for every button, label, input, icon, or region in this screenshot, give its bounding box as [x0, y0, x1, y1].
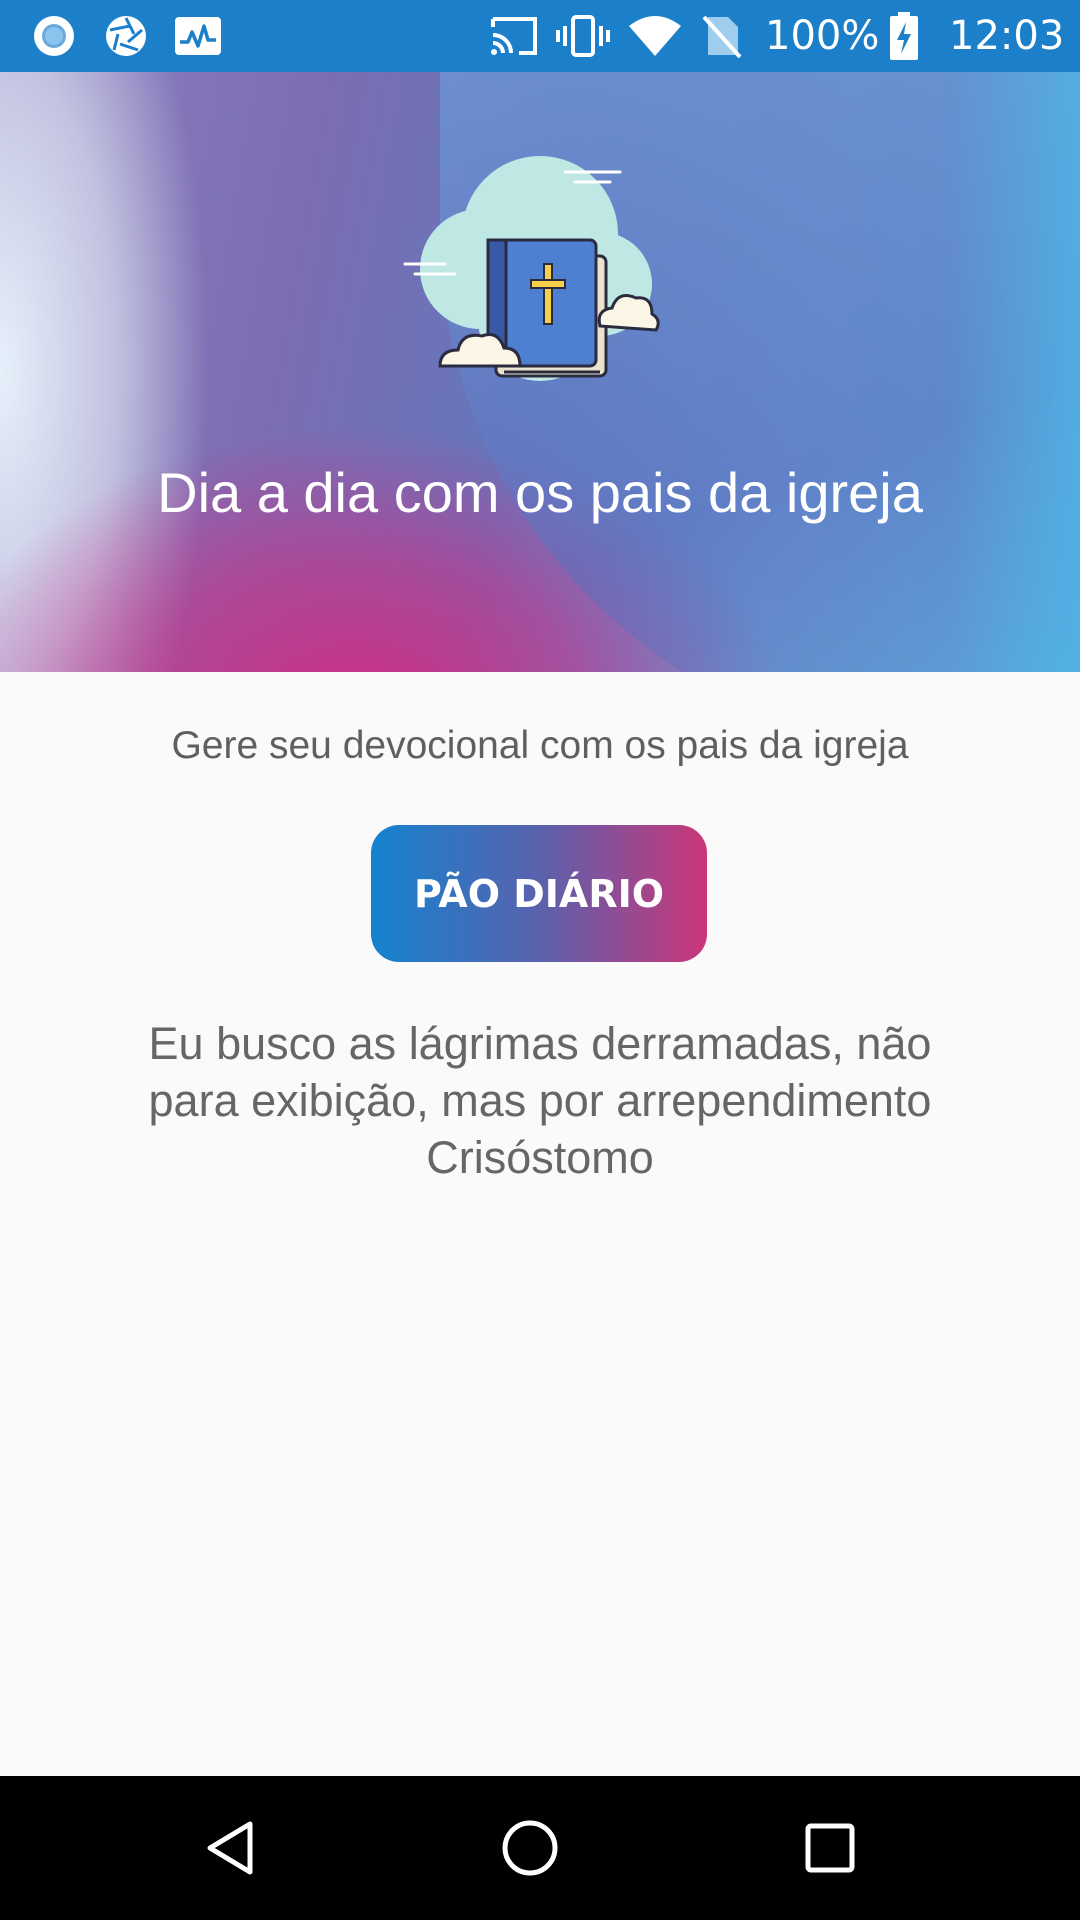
bible-cloud-icon	[403, 156, 660, 381]
home-icon[interactable]	[490, 1808, 570, 1888]
header-banner: Dia a dia com os pais da igreja	[0, 72, 1080, 672]
app-screen: 100% 12:03 Dia a dia com os pais da igre…	[0, 0, 1080, 1920]
wifi-icon	[627, 12, 683, 60]
cast-icon	[488, 12, 540, 60]
recents-icon[interactable]	[790, 1808, 870, 1888]
header-title: Dia a dia com os pais da igreja	[157, 461, 923, 524]
battery-charging-icon	[888, 12, 920, 60]
vibrate-icon	[555, 12, 611, 60]
quote-block: Eu busco as lágrimas derramadas, não par…	[90, 1015, 990, 1186]
activity-icon	[173, 12, 223, 60]
navigation-bar	[0, 1776, 1080, 1920]
header-wave-edge	[950, 72, 1080, 672]
quote-author: Crisóstomo	[426, 1132, 654, 1183]
quote-line: Eu busco as lágrimas derramadas, não	[148, 1018, 932, 1069]
battery-percent: 100%	[765, 13, 880, 59]
status-bar: 100% 12:03	[0, 0, 1080, 72]
shutter-icon	[102, 12, 150, 60]
subtitle-text: Gere seu devocional com os pais da igrej…	[171, 724, 909, 767]
record-icon	[30, 12, 78, 60]
quote-line: para exibição, mas por arrependimento	[148, 1075, 932, 1126]
pao-diario-button[interactable]: PÃO DIÁRIO	[371, 825, 707, 962]
no-sim-icon	[700, 12, 744, 60]
back-icon[interactable]	[190, 1808, 270, 1888]
clock: 12:03	[949, 13, 1065, 59]
